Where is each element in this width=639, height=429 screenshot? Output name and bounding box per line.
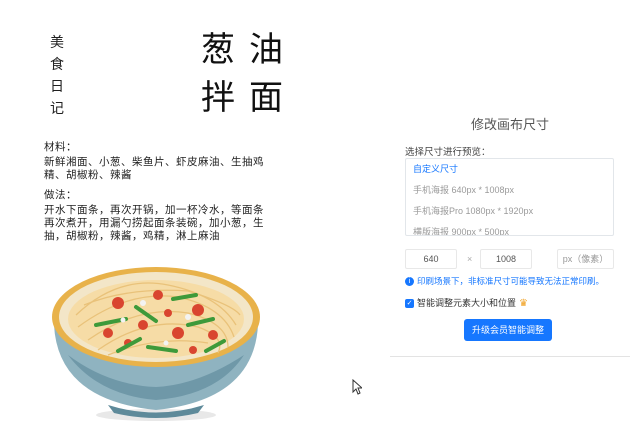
dimension-inputs: 640 × 1008 px（像素） — [405, 249, 615, 269]
print-notice: i 印刷场景下，非标准尺寸可能导致无法正常印刷。 — [405, 275, 604, 287]
unit-select[interactable]: px（像素） — [557, 249, 614, 269]
poster-title: 葱 油 拌 面 — [194, 26, 290, 122]
editor-canvas: 美 食 日 记 葱 油 拌 面 材料： 新鲜湘面、小葱、柴鱼片、虾皮麻油、生抽鸡… — [0, 0, 639, 427]
upgrade-member-button[interactable]: 升级会员智能调整 — [464, 319, 552, 341]
size-option-mobile-poster-pro[interactable]: 手机海报Pro 1080px * 1920px — [406, 201, 613, 222]
info-icon: i — [405, 277, 414, 287]
size-option-custom[interactable]: 自定义尺寸 — [406, 159, 613, 180]
width-input[interactable]: 640 — [405, 249, 457, 269]
diary-char: 美 — [50, 35, 64, 51]
recipe-text: 材料： 新鲜湘面、小葱、柴鱼片、虾皮麻油、生抽鸡精、胡椒粉、辣酱 做法： 开水下… — [44, 141, 274, 250]
method-text: 开水下面条，再次开锅，加一杯冷水，等面条再次煮开，用漏勺捞起面条装碗，加小葱，生… — [44, 204, 264, 242]
size-option-landscape-poster[interactable]: 横版海报 900px * 500px — [406, 222, 613, 235]
title-char: 面 — [249, 78, 283, 118]
ingredients-text: 新鲜湘面、小葱、柴鱼片、虾皮麻油、生抽鸡精、胡椒粉、辣酱 — [44, 156, 264, 181]
diary-vertical-text: 美 食 日 记 — [49, 32, 65, 120]
poster[interactable]: 美 食 日 记 葱 油 拌 面 材料： 新鲜湘面、小葱、柴鱼片、虾皮麻油、生抽鸡… — [0, 0, 290, 427]
height-input[interactable]: 1008 — [480, 249, 532, 269]
panel-title: 修改画布尺寸 — [470, 117, 549, 132]
smart-adjust-row[interactable]: ✓ 智能调整元素大小和位置 ♛ — [405, 296, 528, 309]
size-options-list[interactable]: 自定义尺寸 手机海报 640px * 1008px 手机海报Pro 1080px… — [405, 158, 614, 236]
times-sign: × — [467, 254, 473, 264]
ingredients-heading: 材料： — [44, 141, 77, 153]
title-char: 葱 — [201, 30, 235, 70]
print-notice-text: 印刷场景下，非标准尺寸可能导致无法正常印刷。 — [417, 276, 605, 286]
canvas-size-panel: 修改画布尺寸 选择尺寸进行预览： 自定义尺寸 手机海报 640px * 1008… — [390, 108, 630, 357]
title-char: 拌 — [201, 78, 235, 118]
smart-adjust-checkbox[interactable]: ✓ — [405, 299, 414, 309]
diary-char: 食 — [50, 57, 64, 73]
crown-icon: ♛ — [519, 298, 528, 310]
diary-char: 记 — [50, 101, 64, 117]
mouse-cursor-icon — [352, 379, 362, 395]
method-heading: 做法： — [44, 189, 77, 201]
size-select-label: 选择尺寸进行预览： — [405, 147, 491, 158]
smart-adjust-label: 智能调整元素大小和位置 — [417, 298, 517, 308]
size-option-mobile-poster[interactable]: 手机海报 640px * 1008px — [406, 180, 613, 201]
title-char: 油 — [249, 30, 283, 70]
diary-char: 日 — [50, 79, 64, 95]
noodle-bowl-illustration — [48, 255, 263, 425]
